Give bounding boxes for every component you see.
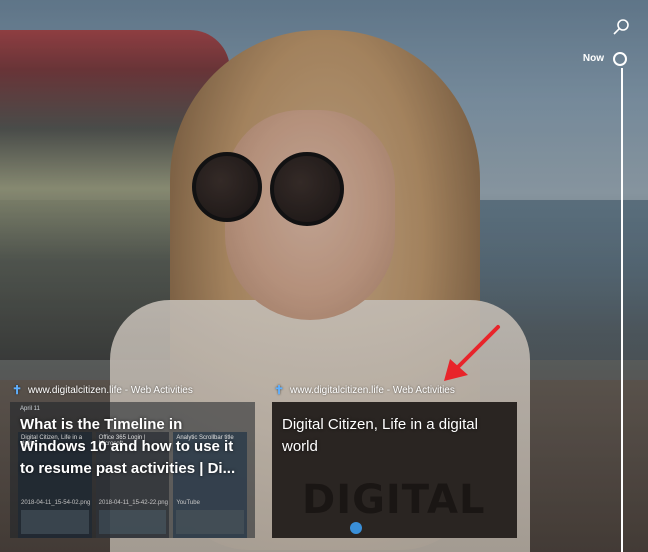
site-icon: ✝ xyxy=(273,383,285,397)
activity-card-timeline-article[interactable]: Digital Citizen, Life in a digital 2018-… xyxy=(10,402,255,538)
timeline-now-marker[interactable] xyxy=(613,52,627,66)
now-label: Now xyxy=(582,53,604,64)
logo-dot-icon xyxy=(350,522,362,534)
timeline-scrollbar[interactable] xyxy=(621,68,623,552)
site-icon: ✝ xyxy=(11,383,23,397)
thumbnail-file: 2018-04-11_15-54-02.png xyxy=(21,500,91,506)
card1-source-text: www.digitalcitizen.life - Web Activities xyxy=(28,384,193,396)
digital-citizen-logo: DIGITAL xyxy=(302,477,486,523)
thumbnail-file: 2018-04-11_15-42-22.png xyxy=(98,500,168,506)
card1-title: What is the Timeline in Windows 10 and h… xyxy=(20,416,236,477)
card2-title: Digital Citizen, Life in a digital world xyxy=(282,416,478,455)
search-icon[interactable] xyxy=(613,19,629,35)
thumbnail-tile xyxy=(21,510,89,534)
annotation-arrow-icon xyxy=(444,325,500,381)
thumbnail-tile xyxy=(98,510,167,534)
activity-card-digital-citizen[interactable]: Digital Citizen, Life in a digital world… xyxy=(272,402,517,538)
card2-source-text: www.digitalcitizen.life - Web Activities xyxy=(290,384,455,396)
thumbnail-date: April 11 xyxy=(20,406,40,412)
card1-source: ✝ www.digitalcitizen.life - Web Activiti… xyxy=(10,383,193,397)
thumbnail-tile xyxy=(176,510,245,534)
card2-source: ✝ www.digitalcitizen.life - Web Activiti… xyxy=(272,383,455,397)
thumbnail-file: YouTube xyxy=(176,500,200,506)
